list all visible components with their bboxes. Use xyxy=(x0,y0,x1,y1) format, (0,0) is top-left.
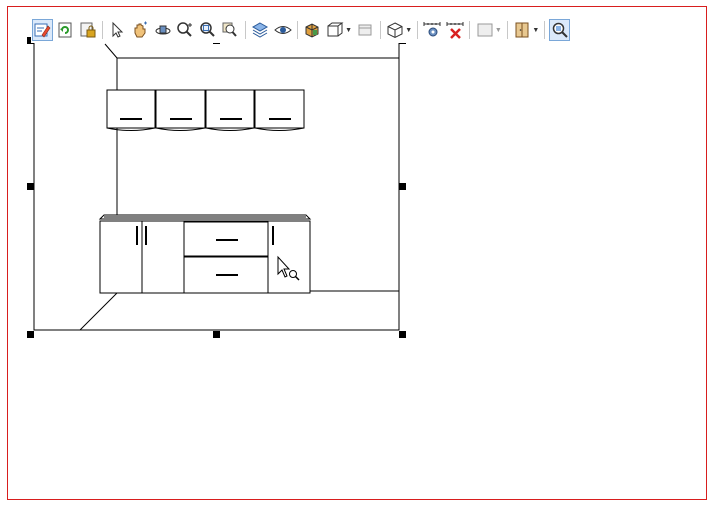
view-cube-icon xyxy=(327,22,344,37)
view-cube-button[interactable] xyxy=(324,19,345,41)
zoom-fit-icon xyxy=(552,22,568,38)
zoom-fit-button[interactable] xyxy=(549,19,570,41)
visibility-button[interactable] xyxy=(272,19,293,41)
zoom-window-button[interactable] xyxy=(197,19,218,41)
zoom-window-icon xyxy=(200,22,215,37)
door-button[interactable] xyxy=(512,19,533,41)
zoom-previous-button[interactable] xyxy=(220,19,241,41)
box-3d-icon xyxy=(387,22,403,39)
color-swatch-button[interactable] xyxy=(474,19,495,41)
zoom-realtime-button[interactable] xyxy=(175,19,196,41)
selection-handle-bottom-left[interactable] xyxy=(27,331,34,338)
color-swatch-icon xyxy=(477,23,493,37)
chevron-down-icon[interactable]: ▼ xyxy=(532,27,539,34)
selection-handle-middle-left[interactable] xyxy=(27,183,34,190)
orbit-button[interactable] xyxy=(152,19,173,41)
toolbar-separator xyxy=(469,21,471,39)
dimension-delete-button[interactable] xyxy=(445,19,466,41)
dimension-delete-icon xyxy=(446,22,464,39)
pan-hand-icon xyxy=(134,21,147,38)
visibility-eye-icon xyxy=(273,26,292,34)
box-3d-button[interactable] xyxy=(385,19,406,41)
view-toolbar: ▼ ▼ ▼ ▼ xyxy=(31,17,571,43)
toolbar-separator xyxy=(506,21,508,39)
door-icon xyxy=(515,22,529,38)
chevron-down-icon[interactable]: ▼ xyxy=(405,27,412,34)
pan-button[interactable] xyxy=(130,19,151,41)
panel-button[interactable] xyxy=(355,19,376,41)
orbit-icon xyxy=(155,25,170,35)
shade-button[interactable] xyxy=(302,19,323,41)
toolbar-separator xyxy=(417,21,419,39)
dimension-settings-button[interactable] xyxy=(422,19,443,41)
zoom-realtime-icon xyxy=(177,22,193,37)
toolbar-separator xyxy=(544,21,546,39)
lock-file-icon xyxy=(80,22,96,38)
edit-button[interactable] xyxy=(32,19,53,41)
refresh-button[interactable] xyxy=(55,19,76,41)
dimension-settings-icon xyxy=(423,22,441,37)
upper-cabinets xyxy=(106,89,305,131)
kitchen-elevation-drawing[interactable] xyxy=(0,0,713,508)
toolbar-separator xyxy=(102,21,103,39)
layers-icon xyxy=(251,22,268,38)
chevron-down-icon[interactable]: ▼ xyxy=(495,27,502,34)
edit-icon xyxy=(34,23,51,38)
toolbar-separator xyxy=(296,21,298,39)
selection-handle-bottom-right[interactable] xyxy=(399,331,406,338)
zoom-previous-icon xyxy=(222,22,238,37)
panel-icon xyxy=(358,24,372,36)
layers-button[interactable] xyxy=(250,19,271,41)
selection-handle-middle-right[interactable] xyxy=(399,183,406,190)
chevron-down-icon[interactable]: ▼ xyxy=(345,27,352,34)
lock-file-button[interactable] xyxy=(77,19,98,41)
toolbar-separator xyxy=(244,21,246,39)
toolbar-separator xyxy=(379,21,381,39)
refresh-icon xyxy=(58,22,72,38)
select-button[interactable] xyxy=(107,19,128,41)
shade-icon xyxy=(305,23,319,38)
select-arrow-icon xyxy=(112,21,124,38)
selection-handle-bottom-center[interactable] xyxy=(213,331,220,338)
